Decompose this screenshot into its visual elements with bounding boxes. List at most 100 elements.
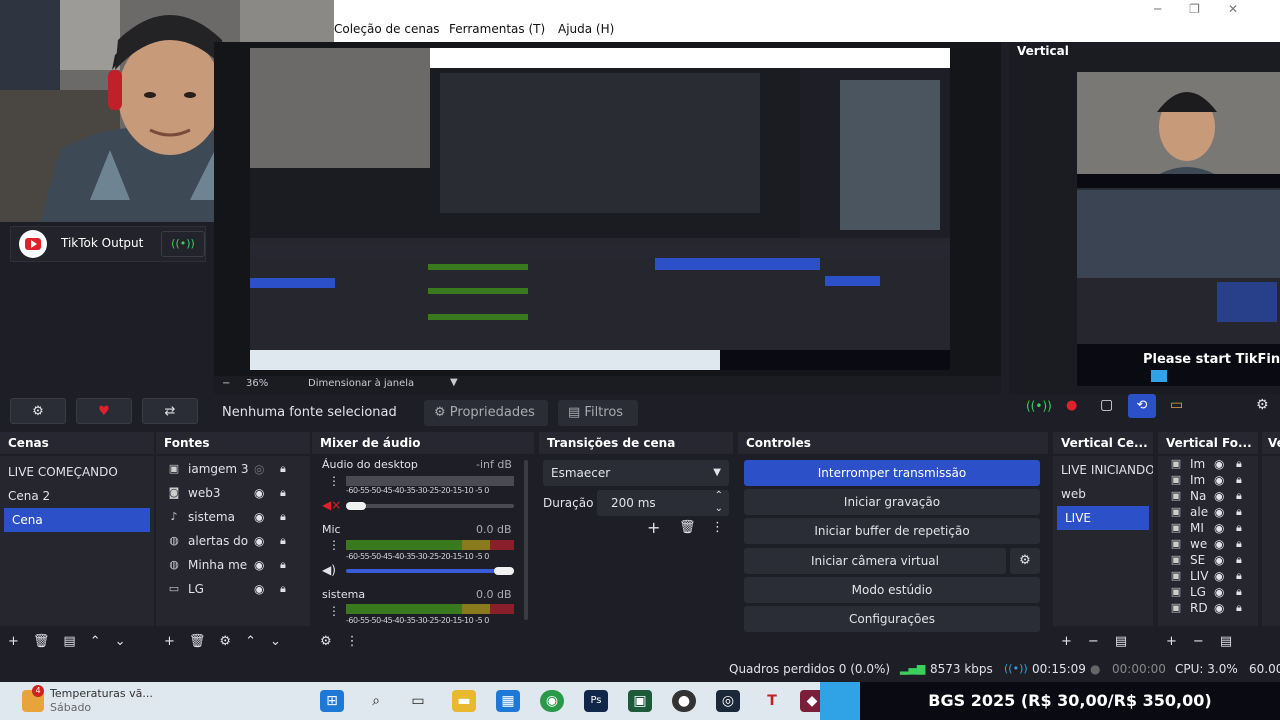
lock-icon[interactable]: 🔒︎	[1236, 536, 1242, 552]
windows-start-icon[interactable]: ⊞	[320, 690, 344, 712]
volume-slider[interactable]	[346, 569, 514, 573]
eye-icon[interactable]: ◉	[254, 481, 264, 505]
filter-icon[interactable]: ▤	[1220, 634, 1232, 649]
settings-button[interactable]: ⚙	[10, 398, 66, 424]
menu-help[interactable]: Ajuda (H)	[558, 22, 614, 36]
speaker-muted-icon[interactable]: ◀×	[322, 498, 341, 512]
vertical-source-item[interactable]: ▣ LG ◉ 🔒︎	[1158, 584, 1258, 600]
record-icon[interactable]: ●	[1066, 398, 1077, 413]
lock-icon[interactable]: 🔒︎	[1236, 568, 1242, 584]
more-icon[interactable]: ⋮	[328, 474, 340, 488]
scene-item[interactable]: Cena 2	[0, 484, 154, 508]
zoom-out-icon[interactable]: −	[222, 378, 230, 389]
replay-icon[interactable]: ⟲	[1128, 394, 1156, 418]
add-icon[interactable]: +	[1166, 634, 1177, 649]
studio-mode-button[interactable]: Modo estúdio	[744, 577, 1040, 603]
chevron-up-icon[interactable]: ⌃	[245, 634, 256, 649]
vertical-source-item[interactable]: ▣ SE ◉ 🔒︎	[1158, 552, 1258, 568]
stop-icon[interactable]: ▢	[1100, 397, 1113, 413]
more-icon[interactable]: ⋮	[711, 520, 724, 535]
eye-icon[interactable]: ◉	[1214, 520, 1224, 536]
start-virtual-camera-button[interactable]: Iniciar câmera virtual	[744, 548, 1006, 574]
gear-icon[interactable]: ⚙	[219, 634, 231, 649]
source-item[interactable]: ♪ sistema ◉ 🔒︎	[156, 505, 310, 529]
notification-title[interactable]: Temperaturas vã...	[50, 687, 153, 700]
source-item[interactable]: ◍ Minha me ◉ 🔒︎	[156, 553, 310, 577]
start-recording-button[interactable]: Iniciar gravação	[744, 489, 1040, 515]
lock-icon[interactable]: 🔒︎	[280, 505, 286, 529]
add-icon[interactable]: +	[647, 518, 660, 537]
transition-select[interactable]: Esmaecer ▼	[543, 460, 729, 486]
filter-icon[interactable]: ▤	[63, 634, 75, 649]
maximize-icon[interactable]: ❐	[1189, 2, 1228, 16]
lock-icon[interactable]: 🔒︎	[280, 529, 286, 553]
obs-icon[interactable]: ●	[672, 690, 696, 712]
gear-icon[interactable]: ⚙	[1010, 548, 1040, 574]
lock-icon[interactable]: 🔒︎	[1236, 552, 1242, 568]
chevron-down-icon[interactable]: ⌄	[115, 634, 126, 649]
eye-icon[interactable]: ◉	[254, 529, 264, 553]
eye-hidden-icon[interactable]: ◎	[254, 457, 264, 481]
vertical-source-item[interactable]: ▣ Im ◉ 🔒︎	[1158, 456, 1258, 472]
add-icon[interactable]: +	[8, 634, 19, 649]
vertical-preview[interactable]: Please start TikFinit	[1077, 72, 1280, 386]
share-button[interactable]: ⇄	[142, 398, 198, 424]
eye-icon[interactable]: ◉	[1214, 472, 1224, 488]
vertical-source-item[interactable]: ▣ MI ◉ 🔒︎	[1158, 520, 1258, 536]
scene-item[interactable]: web	[1053, 482, 1153, 506]
more-icon[interactable]: ⋮	[328, 538, 340, 552]
settings-button[interactable]: Configurações	[744, 606, 1040, 632]
properties-button[interactable]: ⚙ Propriedades	[424, 400, 548, 426]
duration-input[interactable]: 200 ms ⌃ ⌄	[597, 490, 729, 516]
lock-icon[interactable]: 🔒︎	[280, 457, 286, 481]
minimize-icon[interactable]: ─	[1154, 2, 1189, 16]
gear-icon[interactable]: ⚙	[320, 634, 332, 649]
zoom-fit[interactable]: Dimensionar à janela	[308, 378, 414, 389]
close-icon[interactable]: ✕	[1228, 2, 1266, 16]
trash-icon[interactable]: 🗑	[679, 520, 696, 535]
volume-knob[interactable]	[494, 567, 514, 575]
start-replay-buffer-button[interactable]: Iniciar buffer de repetição	[744, 518, 1040, 544]
vertical-source-item[interactable]: ▣ LIV ◉ 🔒︎	[1158, 568, 1258, 584]
menu-tools[interactable]: Ferramentas (T)	[449, 22, 545, 36]
broadcast-icon[interactable]: ((•))	[1026, 399, 1052, 413]
menu-scene-collection[interactable]: Coleção de cenas	[334, 22, 440, 36]
stop-stream-button[interactable]: Interromper transmissão	[744, 460, 1040, 486]
lock-icon[interactable]: 🔒︎	[1236, 472, 1242, 488]
add-icon[interactable]: +	[1061, 634, 1072, 649]
lock-icon[interactable]: 🔒︎	[1236, 488, 1242, 504]
chevron-down-icon[interactable]: ▼	[450, 377, 458, 388]
terminal-icon[interactable]: ▣	[628, 690, 652, 712]
lock-icon[interactable]: 🔒︎	[1236, 584, 1242, 600]
vertical-source-item[interactable]: ▣ Na ◉ 🔒︎	[1158, 488, 1258, 504]
more-icon[interactable]: ⋮	[328, 604, 340, 618]
gear-icon[interactable]: ⚙	[1256, 397, 1269, 413]
chrome-icon[interactable]: ◉	[540, 690, 564, 712]
scene-item-selected[interactable]: LIVE	[1057, 506, 1149, 530]
broadcast-status-icon[interactable]: ((•))	[161, 231, 205, 257]
source-item[interactable]: ◙ web3 ◉ 🔒︎	[156, 481, 310, 505]
eye-icon[interactable]: ◉	[1214, 600, 1224, 616]
photoshop-icon[interactable]: Ps	[584, 690, 608, 712]
trash-icon[interactable]: 🗑	[33, 634, 50, 649]
file-explorer-icon[interactable]: ▬	[452, 690, 476, 712]
eye-icon[interactable]: ◉	[254, 553, 264, 577]
volume-slider[interactable]	[346, 504, 514, 508]
more-icon[interactable]: ⋮	[346, 634, 359, 649]
chevron-up-icon[interactable]: ⌃	[90, 634, 101, 649]
scene-item[interactable]: LIVE INICIANDO	[1053, 458, 1153, 482]
vertical-source-item[interactable]: ▣ ale ◉ 🔒︎	[1158, 504, 1258, 520]
filters-button[interactable]: ▤ Filtros	[558, 400, 638, 426]
source-item[interactable]: ▭ LG ◉ 🔒︎	[156, 577, 310, 601]
lock-icon[interactable]: 🔒︎	[280, 577, 286, 601]
vertical-source-item[interactable]: ▣ Im ◉ 🔒︎	[1158, 472, 1258, 488]
scene-item-selected[interactable]: Cena	[4, 508, 150, 532]
search-icon[interactable]: ⌕	[364, 690, 388, 712]
eye-icon[interactable]: ◉	[1214, 456, 1224, 472]
volume-knob[interactable]	[346, 502, 366, 510]
vertical-source-item[interactable]: ▣ RD ◉ 🔒︎	[1158, 600, 1258, 616]
lock-icon[interactable]: 🔒︎	[1236, 600, 1242, 616]
eye-icon[interactable]: ◉	[1214, 552, 1224, 568]
store-icon[interactable]: ▦	[496, 690, 520, 712]
source-item[interactable]: ▣ iamgem 3 ◎ 🔒︎	[156, 457, 310, 481]
